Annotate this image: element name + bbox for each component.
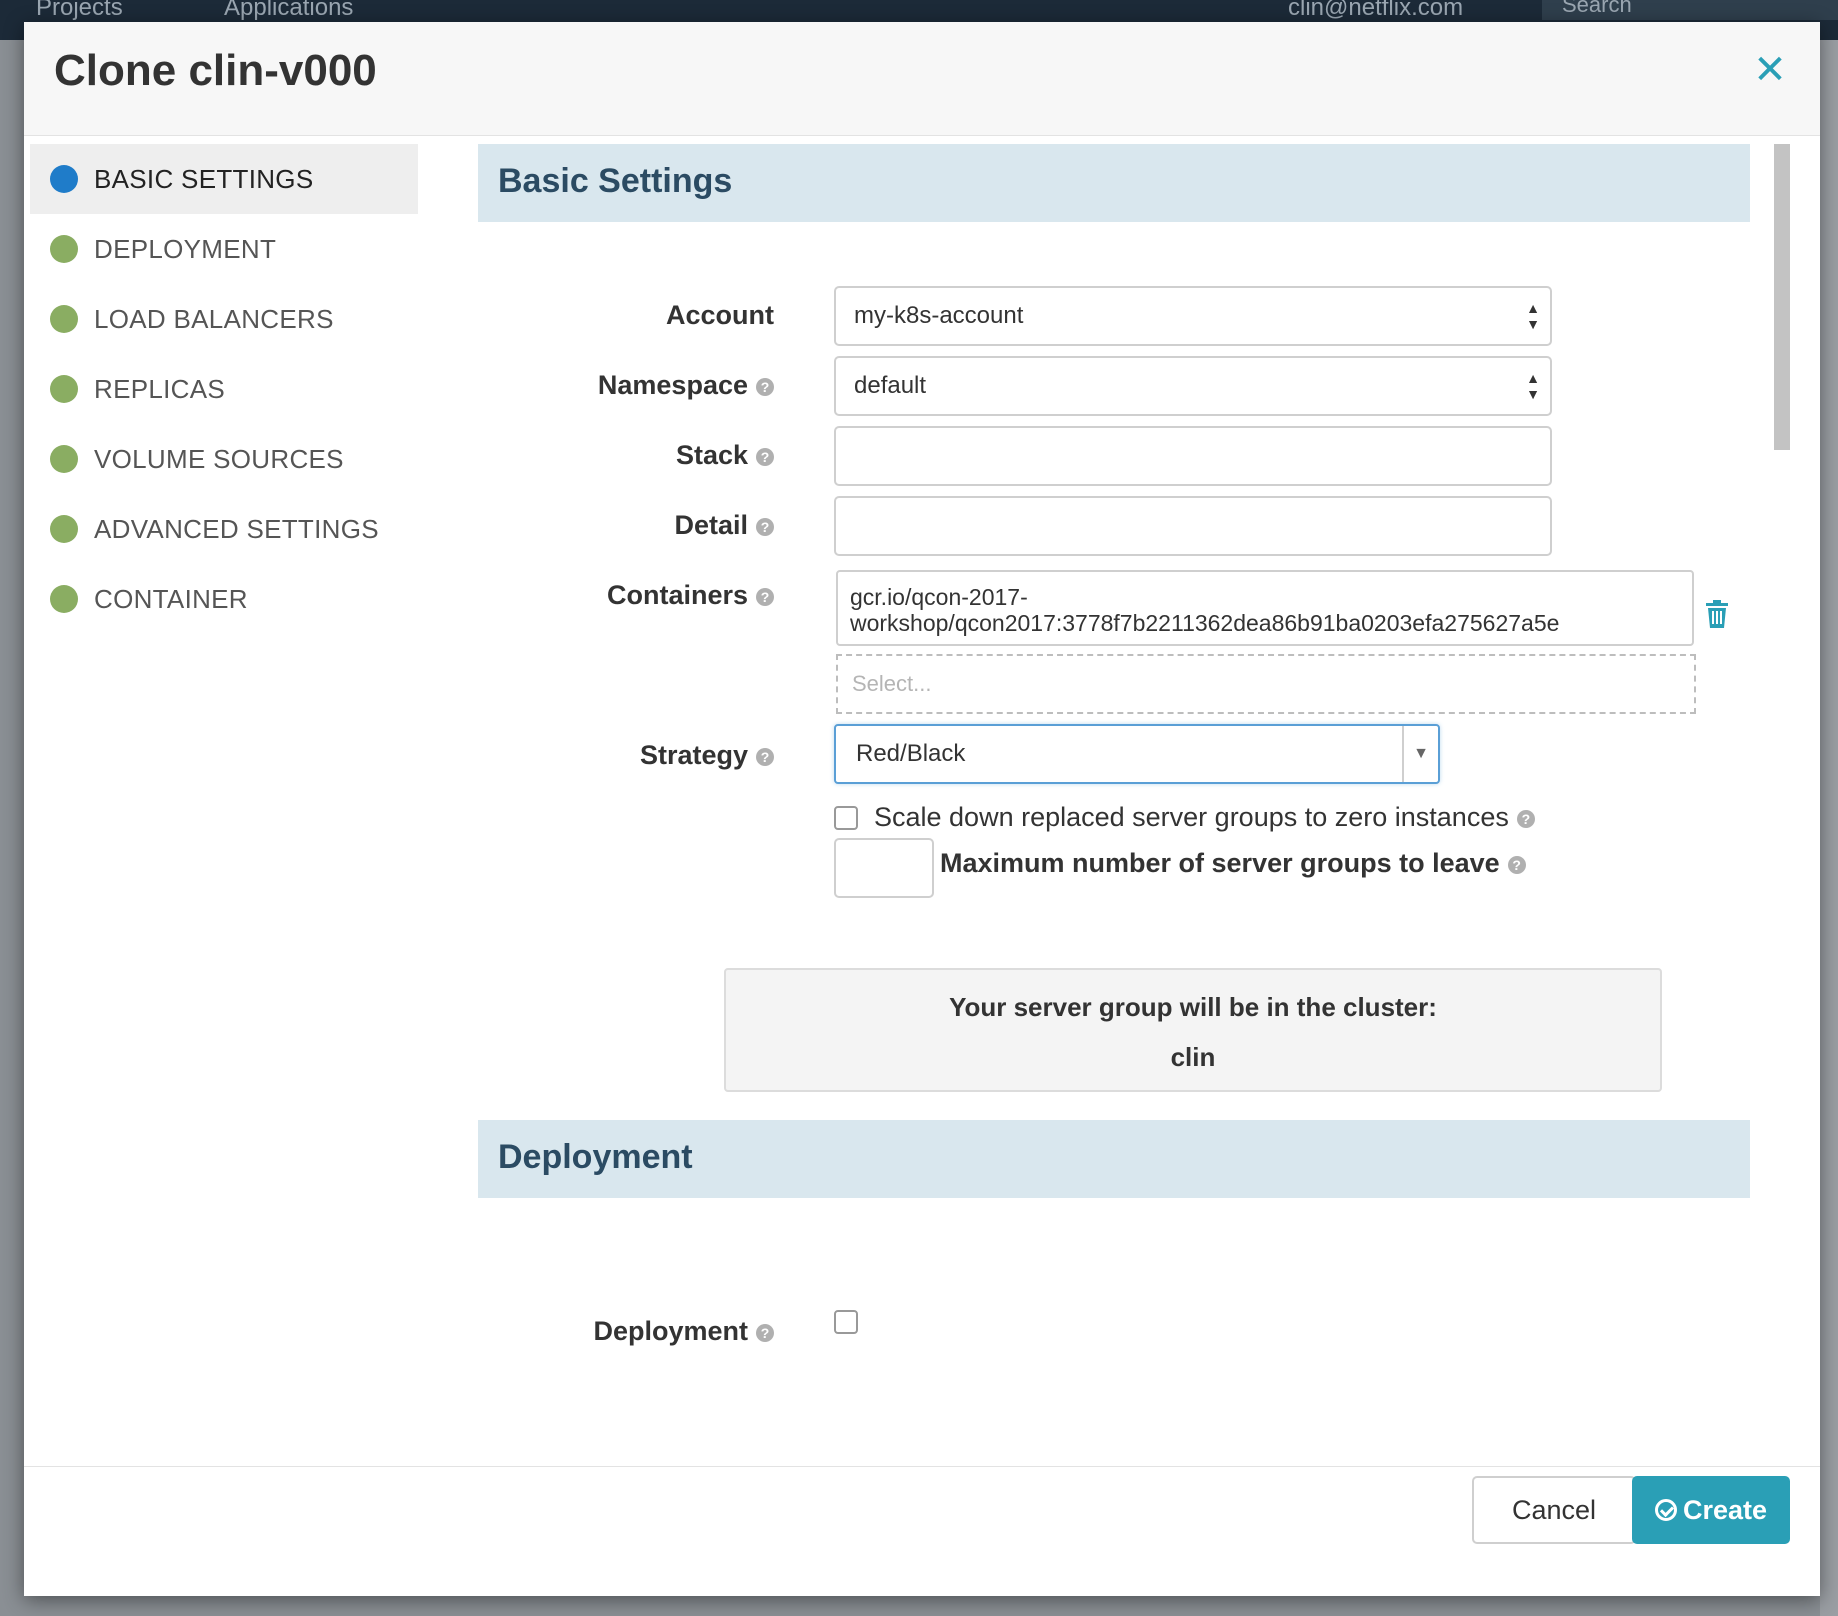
max-groups-label: Maximum number of server groups to leave… <box>940 848 1526 879</box>
deployment-label: Deployment? <box>593 1316 774 1347</box>
sidebar-item-label: LOAD BALANCERS <box>94 303 334 334</box>
deployment-checkbox[interactable] <box>834 1310 858 1334</box>
status-dot-icon <box>50 235 78 263</box>
sidebar-item-label: CONTAINER <box>94 583 248 614</box>
account-label: Account <box>666 300 774 330</box>
sidebar-item-load-balancers[interactable]: LOAD BALANCERS <box>30 284 418 354</box>
namespace-select[interactable]: default ▲ ▼ <box>834 356 1552 416</box>
sidebar-item-label: ADVANCED SETTINGS <box>94 513 379 544</box>
container-select[interactable]: Select... <box>836 654 1696 714</box>
sidebar-item-advanced-settings[interactable]: ADVANCED SETTINGS <box>30 494 418 564</box>
create-button[interactable]: Create <box>1632 1476 1790 1544</box>
scale-down-label: Scale down replaced server groups to zer… <box>874 802 1535 833</box>
detail-input[interactable] <box>834 496 1552 556</box>
wizard-sidebar: BASIC SETTINGS DEPLOYMENT LOAD BALANCERS… <box>30 144 418 634</box>
select-arrows-icon: ▲ ▼ <box>1526 300 1540 332</box>
max-groups-input[interactable] <box>834 838 934 898</box>
status-dot-icon <box>50 375 78 403</box>
sidebar-item-container[interactable]: CONTAINER <box>30 564 418 634</box>
bg-user-menu: clin@netflix.com <box>1288 0 1464 21</box>
sidebar-item-basic-settings[interactable]: BASIC SETTINGS <box>30 144 418 214</box>
sidebar-item-label: REPLICAS <box>94 373 226 404</box>
bg-nav-applications: Applications <box>224 0 354 21</box>
section-header-basic-settings: Basic Settings <box>478 144 1750 222</box>
stack-input[interactable] <box>834 426 1552 486</box>
scale-down-checkbox[interactable] <box>834 806 858 830</box>
cluster-name: clin <box>1170 1042 1216 1072</box>
cluster-info-text: Your server group will be in the cluster… <box>949 992 1437 1022</box>
help-icon[interactable]: ? <box>756 1323 774 1342</box>
namespace-label: Namespace? <box>598 370 774 401</box>
status-dot-icon <box>50 165 78 193</box>
chevron-down-icon: ▼ <box>1402 726 1438 782</box>
sidebar-item-volume-sources[interactable]: VOLUME SOURCES <box>30 424 418 494</box>
sidebar-item-replicas[interactable]: REPLICAS <box>30 354 418 424</box>
help-icon[interactable]: ? <box>756 377 774 396</box>
modal-header: Clone clin-v000 ✕ <box>24 22 1820 136</box>
help-icon[interactable]: ? <box>756 447 774 466</box>
trash-icon[interactable] <box>1704 600 1730 628</box>
modal-title: Clone clin-v000 <box>54 46 377 95</box>
bg-nav-projects: Projects <box>36 0 123 21</box>
status-dot-icon <box>50 445 78 473</box>
section-title: Basic Settings <box>498 162 733 200</box>
stack-label: Stack? <box>676 440 774 471</box>
sidebar-item-deployment[interactable]: DEPLOYMENT <box>30 214 418 284</box>
strategy-select[interactable]: Red/Black ▼ <box>834 724 1440 784</box>
bg-search: Search <box>1542 0 1838 20</box>
containers-label: Containers? <box>607 580 774 611</box>
check-circle-icon <box>1654 1498 1677 1521</box>
account-select[interactable]: my-k8s-account ▲ ▼ <box>834 286 1552 346</box>
help-icon[interactable]: ? <box>1507 855 1526 874</box>
container-tag[interactable]: gcr.io/qcon-2017- workshop/qcon2017:3778… <box>836 570 1694 646</box>
scrollbar-thumb[interactable] <box>1774 144 1790 450</box>
close-icon[interactable]: ✕ <box>1750 50 1790 90</box>
select-arrows-icon: ▲ ▼ <box>1526 370 1540 402</box>
detail-label: Detail? <box>674 510 774 541</box>
status-dot-icon <box>50 515 78 543</box>
status-dot-icon <box>50 585 78 613</box>
cancel-button[interactable]: Cancel <box>1472 1476 1636 1544</box>
help-icon[interactable]: ? <box>756 517 774 536</box>
sidebar-item-label: VOLUME SOURCES <box>94 443 344 474</box>
help-icon[interactable]: ? <box>756 587 774 606</box>
help-icon[interactable]: ? <box>756 747 774 766</box>
help-icon[interactable]: ? <box>1516 809 1535 828</box>
background-right-strip <box>1820 40 1838 1616</box>
status-dot-icon <box>50 305 78 333</box>
section-title: Deployment <box>498 1138 693 1176</box>
section-header-deployment: Deployment <box>478 1120 1750 1198</box>
cluster-info-box: Your server group will be in the cluster… <box>724 968 1662 1092</box>
sidebar-item-label: DEPLOYMENT <box>94 233 277 264</box>
strategy-label: Strategy? <box>640 740 774 771</box>
sidebar-item-label: BASIC SETTINGS <box>94 163 314 194</box>
